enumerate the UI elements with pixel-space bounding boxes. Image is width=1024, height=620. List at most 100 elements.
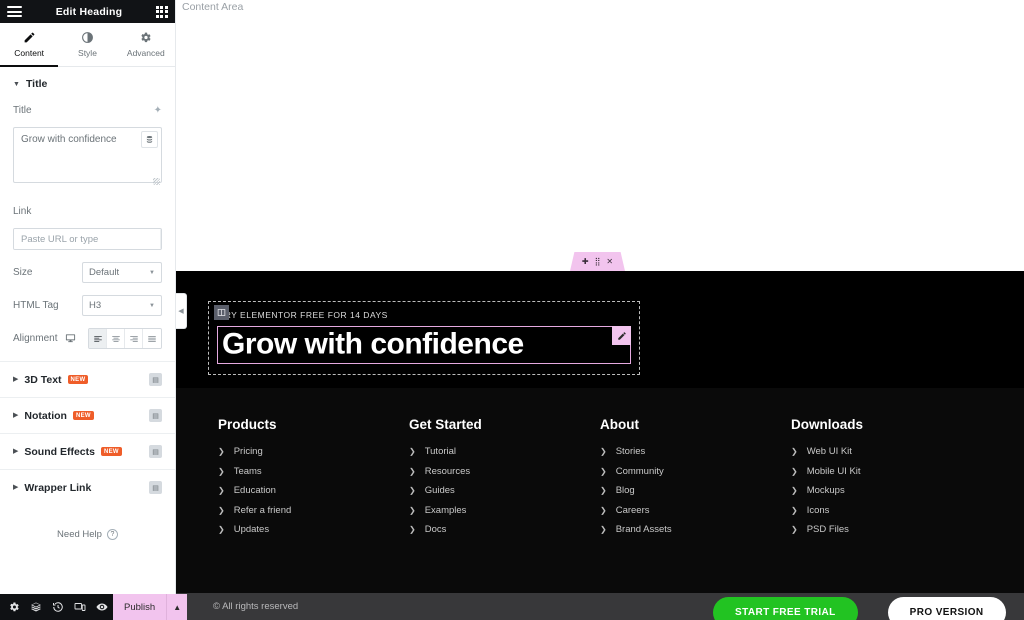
plus-icon[interactable]: ✚ <box>582 257 589 266</box>
section-notation[interactable]: ▶ Notation NEW ▤ <box>0 397 175 433</box>
chevron-right-icon: ❯ <box>409 525 416 534</box>
preview-eye-icon[interactable] <box>91 594 113 620</box>
align-right-button[interactable] <box>125 329 143 348</box>
link-input[interactable] <box>14 229 160 249</box>
align-left-button[interactable] <box>89 329 107 348</box>
need-help-link[interactable]: Need Help ? <box>0 505 175 540</box>
section-handle[interactable]: ✚ ⣿ ✕ <box>570 252 625 271</box>
chevron-right-icon: ❯ <box>791 486 798 495</box>
footer-link[interactable]: ❯ Mobile UI Kit <box>791 466 982 477</box>
chevron-up-icon[interactable]: ▲ <box>166 594 187 620</box>
chevron-right-icon: ❯ <box>791 505 798 515</box>
footer-link[interactable]: ❯ Examples <box>409 505 600 516</box>
footer-link[interactable]: ❯ Education <box>218 485 409 496</box>
footer-link-label: Examples <box>424 504 467 516</box>
column-handle-icon[interactable] <box>214 305 229 320</box>
database-icon[interactable] <box>141 131 158 148</box>
footer-link[interactable]: ❯ Tutorial <box>409 446 600 457</box>
chevron-right-icon: ❯ <box>791 525 798 534</box>
footer-link-label: Teams <box>233 465 262 477</box>
html-tag-value: H3 <box>89 300 102 311</box>
footer-link[interactable]: ❯ Docs <box>409 524 600 535</box>
footer-column-title: Downloads <box>791 417 864 432</box>
hamburger-icon[interactable] <box>7 6 22 17</box>
sparkle-icon[interactable]: ✦ <box>154 105 162 116</box>
chevron-right-icon: ❯ <box>218 486 225 495</box>
footer-link-label: Blog <box>615 485 635 496</box>
footer-link-label: Community <box>615 465 664 477</box>
section-sound-effects-label: Sound Effects <box>24 445 95 458</box>
grid-icon[interactable] <box>155 5 168 18</box>
footer-link[interactable]: ❯ Web UI Kit <box>791 446 982 457</box>
footer-link[interactable]: ❯ Pricing <box>218 446 409 457</box>
footer-link-label: Tutorial <box>424 446 457 457</box>
pro-lock-icon[interactable]: ▤ <box>149 445 162 458</box>
size-select[interactable]: Default ▼ <box>82 262 162 283</box>
heading-widget[interactable]: Grow with confidence <box>217 326 631 364</box>
footer-link[interactable]: ❯ Community <box>600 466 791 477</box>
section-wrapper-link[interactable]: ▶ Wrapper Link ▤ <box>0 469 175 505</box>
pro-version-button[interactable]: PRO VERSION <box>887 597 1006 620</box>
selected-widget-container[interactable]: TRY ELEMENTOR FREE FOR 14 DAYS Grow with… <box>208 301 640 375</box>
title-field-label: Title <box>13 104 32 116</box>
navigator-layers-icon[interactable] <box>25 594 47 620</box>
widget-edit-handle[interactable] <box>612 326 631 345</box>
chevron-right-icon: ❯ <box>600 486 607 495</box>
footer-column-about: About ❯ Stories ❯ Community ❯ Blog ❯ Careers… <box>600 417 791 544</box>
footer-link[interactable]: ❯ PSD Files <box>791 524 982 535</box>
align-center-button[interactable] <box>107 329 125 348</box>
footer-link[interactable]: ❯ Careers <box>600 505 791 516</box>
html-tag-select[interactable]: H3 ▼ <box>82 295 162 316</box>
tab-content[interactable]: Content <box>0 23 59 67</box>
chevron-left-icon: ◀ <box>178 308 184 315</box>
drag-dots-icon[interactable]: ⣿ <box>595 257 601 266</box>
footer-link-label: Brand Assets <box>615 524 672 535</box>
footer-column-products: Products ❯ Pricing ❯ Teams ❯ Education ❯ Ref… <box>218 417 409 544</box>
close-icon[interactable]: ✕ <box>606 257 613 266</box>
desktop-icon[interactable] <box>65 333 76 344</box>
need-help-label: Need Help <box>57 529 102 540</box>
tab-style[interactable]: Style <box>58 23 116 66</box>
footer-column-title: Products <box>218 417 277 432</box>
pro-lock-icon[interactable]: ▤ <box>149 409 162 422</box>
footer-link[interactable]: ❯ Brand Assets <box>600 524 791 535</box>
panel-title: Edit Heading <box>55 5 123 18</box>
footer-link[interactable]: ❯ Teams <box>218 466 409 477</box>
footer-link[interactable]: ❯ Updates <box>218 524 409 535</box>
footer-link-label: Stories <box>615 446 646 457</box>
footer-column-get-started: Get Started ❯ Tutorial ❯ Resources ❯ Guides… <box>409 417 600 544</box>
tab-advanced[interactable]: Advanced <box>117 23 175 66</box>
panel-collapse-toggle[interactable]: ◀ <box>176 293 187 329</box>
pencil-icon <box>617 331 626 340</box>
footer-link[interactable]: ❯ Icons <box>791 505 982 516</box>
section-wrapper-link-label: Wrapper Link <box>24 481 92 494</box>
footer-link[interactable]: ❯ Stories <box>600 446 791 457</box>
responsive-mode-icon[interactable] <box>69 594 91 620</box>
section-sound-effects[interactable]: ▶ Sound Effects NEW ▤ <box>0 433 175 469</box>
chevron-right-icon: ▶ <box>13 412 19 419</box>
pro-lock-icon[interactable]: ▤ <box>149 373 162 386</box>
size-value: Default <box>89 267 120 278</box>
panel-body: ▼ Title Title ✦ Link <box>0 67 175 594</box>
chevron-right-icon: ▶ <box>13 448 19 455</box>
footer-link[interactable]: ❯ Resources <box>409 466 600 477</box>
contrast-icon <box>82 32 93 43</box>
footer-link[interactable]: ❯ Guides <box>409 485 600 496</box>
history-icon[interactable] <box>47 594 69 620</box>
footer-link[interactable]: ❯ Mockups <box>791 485 982 496</box>
footer-link-label: Resources <box>424 465 471 477</box>
hero-eyebrow: TRY ELEMENTOR FREE FOR 14 DAYS <box>219 310 388 320</box>
align-justify-button[interactable] <box>143 329 161 348</box>
link-options-gear-icon[interactable] <box>160 229 161 249</box>
pro-lock-icon[interactable]: ▤ <box>149 481 162 494</box>
settings-gear-icon[interactable] <box>3 594 25 620</box>
title-input[interactable] <box>13 127 162 183</box>
section-3d-text[interactable]: ▶ 3D Text NEW ▤ <box>0 361 175 397</box>
publish-button[interactable]: Publish ▲ <box>113 594 188 620</box>
footer-link[interactable]: ❯ Refer a friend <box>218 505 409 516</box>
section-title-header[interactable]: ▼ Title <box>0 67 175 99</box>
section-notation-label: Notation <box>24 409 67 422</box>
start-free-trial-button[interactable]: START FREE TRIAL <box>713 597 858 620</box>
footer-link[interactable]: ❯ Blog <box>600 485 791 496</box>
size-label: Size <box>13 267 33 278</box>
